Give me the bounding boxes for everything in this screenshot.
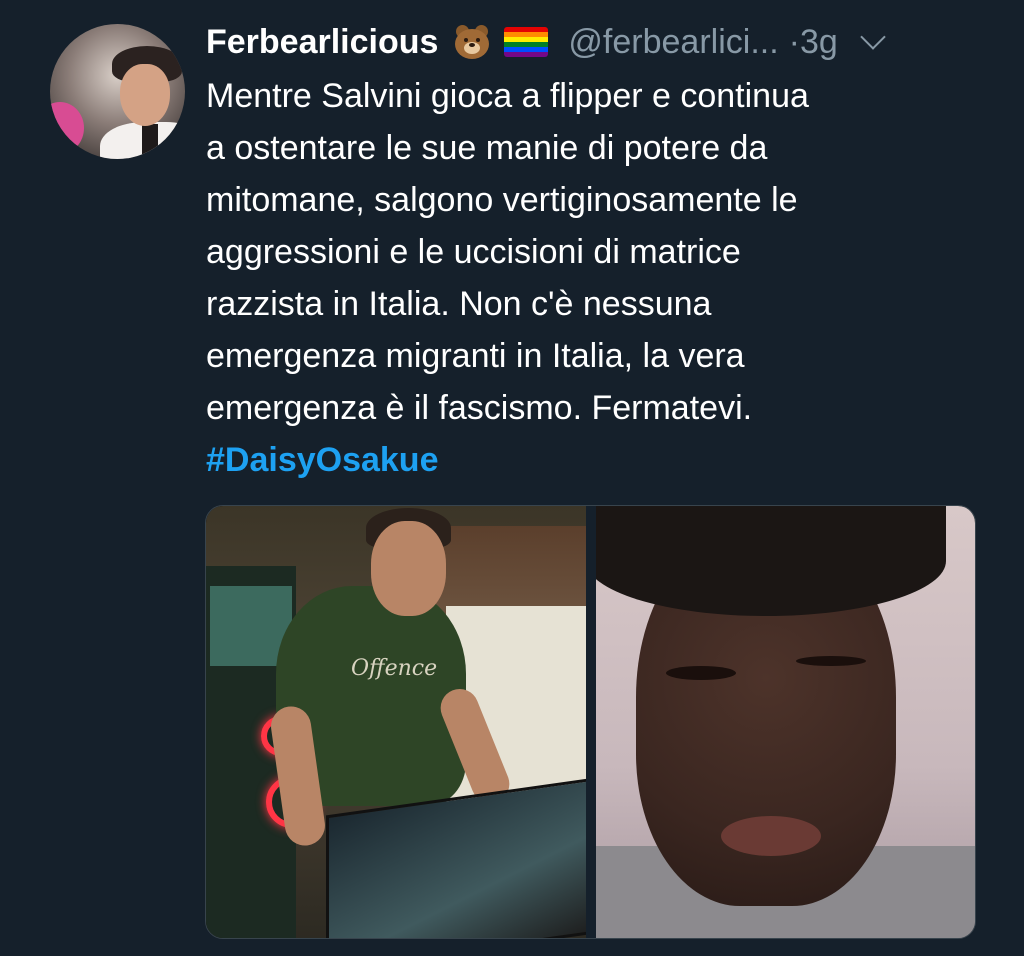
user-avatar[interactable] <box>50 24 185 159</box>
tweet-text-line: razzista in Italia. Non c'è nessuna <box>206 285 712 323</box>
chevron-down-icon[interactable] <box>860 24 886 50</box>
person-mouth <box>721 816 821 856</box>
avatar-balloon <box>50 102 84 154</box>
tweet-text: Mentre Salvini gioca a flipper e continu… <box>206 70 996 486</box>
avatar-face <box>120 64 170 126</box>
tweet-text-line: a ostentare le sue manie di potere da <box>206 129 768 167</box>
shirt-print: Offence <box>351 656 438 681</box>
user-handle[interactable]: @ferbearlici... <box>568 23 778 62</box>
tweet-text-line: emergenza migranti in Italia, la vera <box>206 337 745 375</box>
bear-face-emoji-icon <box>452 23 492 61</box>
rainbow-flag-emoji-icon <box>504 27 549 57</box>
person-eye <box>796 656 866 666</box>
tweet-media-grid: Offence <box>205 505 976 939</box>
avatar-tie <box>142 124 158 159</box>
tweet-text-line: emergenza è il fascismo. Fermatevi. <box>206 389 753 427</box>
time-label: 3g <box>800 22 838 61</box>
tweet-text-line: aggressioni e le uccisioni di matrice <box>206 233 741 271</box>
tweet-text-line: Mentre Salvini gioca a flipper e continu… <box>206 77 809 115</box>
media-photo-pinball[interactable]: Offence <box>206 506 586 938</box>
display-name[interactable]: Ferbearlicious <box>206 23 438 62</box>
hashtag-link[interactable]: #DaisyOsakue <box>206 434 996 486</box>
time-separator: · <box>788 22 800 61</box>
person-eye <box>666 666 736 680</box>
person-hair <box>596 506 946 616</box>
tweet-text-line: mitomane, salgono vertiginosamente le <box>206 181 798 219</box>
man-head <box>371 521 446 616</box>
media-photo-face[interactable] <box>596 506 975 938</box>
tweet-header: Ferbearlicious @ferbearlici... ·3g <box>206 18 886 66</box>
media-divider <box>586 506 596 938</box>
tweet-time[interactable]: ·3g <box>789 23 838 62</box>
